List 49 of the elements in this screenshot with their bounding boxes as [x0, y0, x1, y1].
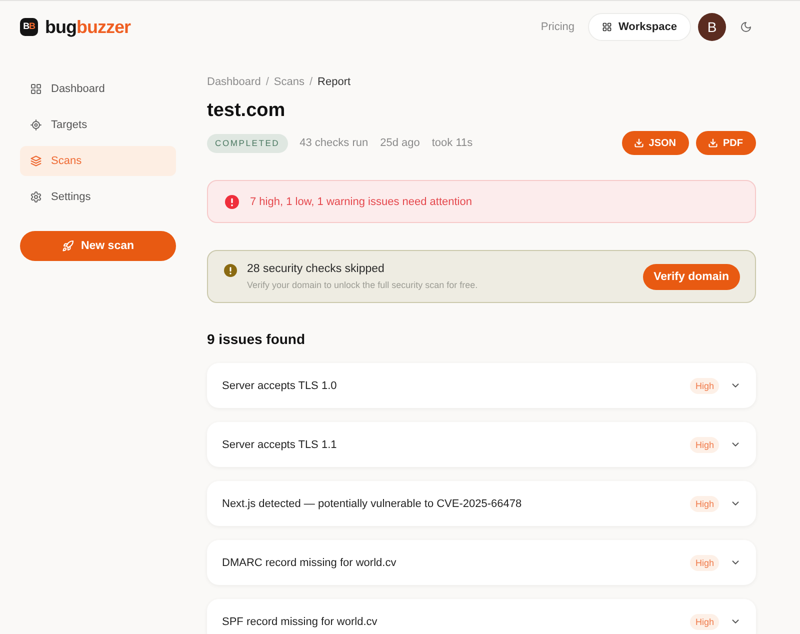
sidebar-item[interactable]: Targets: [20, 110, 176, 140]
severity-badge: High: [690, 496, 719, 512]
sidebar-item[interactable]: Dashboard: [20, 74, 176, 104]
export-button[interactable]: PDF: [696, 131, 756, 155]
verify-domain-button[interactable]: Verify domain: [642, 264, 740, 290]
avatar-button[interactable]: B: [698, 12, 726, 40]
issue-title: Server accepts TLS 1.1: [222, 438, 337, 450]
issue-title: SPF record missing for world.cv: [222, 616, 378, 628]
gear-icon: [30, 191, 42, 203]
breadcrumb-current: Report: [318, 75, 351, 90]
issue-card[interactable]: Server accepts TLS 1.0 High: [207, 363, 756, 408]
issue-card[interactable]: DMARC record missing for world.cv High: [207, 540, 756, 585]
grid-icon: [602, 22, 612, 32]
logo-wordmark[interactable]: bugbuzzer: [45, 16, 131, 38]
rocket-icon: [62, 240, 74, 252]
notice-subtitle: Verify your domain to unlock the full security scan for free.: [247, 280, 478, 291]
status-badge: COMPLETED: [207, 134, 288, 152]
download-icon: [708, 138, 718, 148]
moon-icon[interactable]: [740, 20, 752, 32]
severity-badge: High: [690, 378, 719, 394]
grid-icon: [30, 83, 42, 95]
severity-badge: High: [690, 614, 719, 630]
issue-title: Server accepts TLS 1.0: [222, 380, 337, 392]
issue-card[interactable]: Next.js detected — potentially vulnerable to CVE-2025-66478 High: [207, 481, 756, 526]
export-button[interactable]: JSON: [622, 131, 689, 155]
breadcrumb-separator: /: [309, 75, 313, 90]
download-icon: [634, 138, 644, 148]
page-title: test.com: [207, 99, 286, 123]
severity-badge: High: [690, 554, 719, 570]
issues-heading: 9 issues found: [207, 331, 306, 347]
target-icon: [30, 119, 42, 131]
workspace-button[interactable]: Workspace: [588, 12, 691, 40]
issue-title: DMARC record missing for world.cv: [222, 556, 396, 568]
new-scan-button[interactable]: New scan: [20, 231, 176, 261]
issue-title: Next.js detected — potentially vulnerable to CVE-2025-66478: [222, 498, 522, 510]
issue-card[interactable]: SPF record missing for world.cv High: [207, 599, 756, 634]
logo-mark[interactable]: BB: [20, 18, 38, 36]
scan-meta-text: took 11s: [432, 137, 473, 149]
scan-meta-text: 25d ago: [380, 137, 420, 149]
layers-icon: [30, 155, 42, 167]
alert-text: 7 high, 1 low, 1 warning issues need attention: [250, 196, 472, 208]
warning-icon: [224, 264, 237, 277]
breadcrumb-separator: /: [266, 75, 269, 90]
sidebar-item[interactable]: Settings: [20, 182, 176, 212]
scan-meta-text: 43 checks run: [300, 137, 368, 149]
severity-badge: High: [690, 436, 719, 452]
issue-card[interactable]: Server accepts TLS 1.1 High: [207, 422, 756, 467]
alert-icon: [225, 194, 239, 208]
notice-title: 28 security checks skipped: [247, 262, 386, 276]
